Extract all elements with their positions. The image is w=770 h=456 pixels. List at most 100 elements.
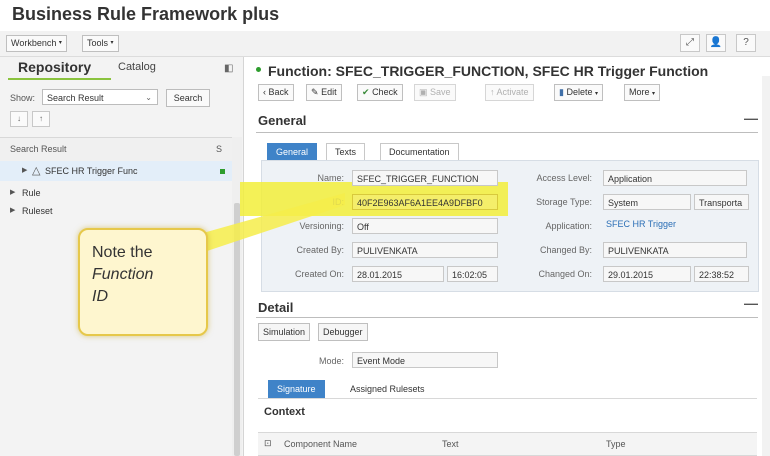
callout-pointer: [203, 193, 345, 251]
trash-icon: ▮: [559, 87, 564, 97]
tree-item-label: SFEC HR Trigger Func: [45, 166, 138, 176]
created-by-field[interactable]: PULIVENKATA: [352, 242, 498, 258]
access-level-field[interactable]: Application: [603, 170, 747, 186]
chevron-down-icon: ▾: [595, 91, 599, 97]
detail-section-title: Detail: [258, 300, 294, 315]
check-icon: ✔: [362, 87, 370, 97]
check-label: Check: [372, 87, 398, 97]
debugger-button[interactable]: Debugger: [318, 323, 368, 341]
column-text[interactable]: Text: [442, 439, 459, 449]
annotation-callout: Note the Function ID: [78, 228, 208, 336]
expand-icon[interactable]: ⤢: [680, 34, 700, 52]
versioning-field[interactable]: Off: [352, 218, 498, 234]
pencil-icon: ✎: [311, 87, 319, 97]
application-label: Application:: [545, 221, 592, 231]
expand-triangle-icon[interactable]: ▶: [10, 183, 15, 203]
show-select[interactable]: Search Result ⌄: [42, 89, 158, 105]
tools-menu[interactable]: Tools ▾: [82, 35, 119, 52]
activate-label: Activate: [496, 87, 529, 97]
back-button[interactable]: ‹ Back: [258, 84, 294, 101]
mode-field[interactable]: Event Mode: [352, 352, 498, 368]
changed-on-date-field[interactable]: 29.01.2015: [603, 266, 691, 282]
function-title: Function: SFEC_TRIGGER_FUNCTION, SFEC HR…: [268, 63, 709, 79]
save-icon: ▣: [419, 87, 428, 97]
check-button[interactable]: ✔ Check: [357, 84, 403, 101]
minimize-icon[interactable]: —: [744, 110, 758, 126]
workbench-menu[interactable]: Workbench ▾: [6, 35, 67, 52]
active-tab-indicator: [8, 78, 111, 80]
callout-line-3: ID: [92, 286, 153, 308]
created-on-label: Created On:: [294, 269, 344, 279]
more-button[interactable]: More ▾: [624, 84, 661, 101]
column-settings-icon[interactable]: ⊡: [264, 438, 272, 449]
created-on-time-field[interactable]: 16:02:05: [447, 266, 498, 282]
transport-type-field[interactable]: Transporta: [694, 194, 749, 210]
help-icon[interactable]: ?: [736, 34, 756, 52]
simulation-button[interactable]: Simulation: [258, 323, 311, 341]
delete-button[interactable]: ▮ Delete ▾: [554, 84, 604, 101]
tree-item-function[interactable]: ▶ △ SFEC HR Trigger Func: [0, 161, 232, 181]
access-level-label: Access Level:: [536, 173, 592, 183]
detail-section-divider: [256, 317, 758, 318]
column-component-name[interactable]: Component Name: [284, 439, 357, 449]
column-type[interactable]: Type: [606, 439, 626, 449]
active-status-dot: [256, 67, 261, 72]
activate-button[interactable]: ↑ Activate: [485, 84, 534, 101]
save-button[interactable]: ▣ Save: [414, 84, 456, 101]
callout-id-word: ID: [92, 288, 108, 305]
changed-by-label: Changed By:: [539, 245, 592, 255]
menu-bar: Workbench ▾ Tools ▾ ⤢ 👤 ?: [0, 31, 770, 57]
more-label: More: [629, 87, 650, 97]
context-title: Context: [264, 406, 305, 418]
chevron-down-icon: ▾: [110, 40, 114, 47]
callout-line-1: Note the: [92, 244, 153, 261]
user-icon[interactable]: 👤: [706, 34, 726, 52]
sort-descending-icon[interactable]: ↑: [32, 111, 50, 127]
edit-label: Edit: [321, 87, 337, 97]
storage-type-field[interactable]: System: [603, 194, 691, 210]
collapse-panel-icon[interactable]: ◧: [224, 63, 233, 74]
id-field[interactable]: 40F2E963AF6A1EE4A9DFBF0: [352, 194, 498, 210]
expand-triangle-icon[interactable]: ▶: [22, 161, 27, 181]
general-section-title: General: [258, 113, 307, 128]
tree-item-label: Ruleset: [22, 206, 53, 216]
created-on-date-field[interactable]: 28.01.2015: [352, 266, 444, 282]
show-label: Show:: [10, 93, 36, 103]
minimize-icon[interactable]: —: [744, 295, 758, 311]
callout-text: Note the Function ID: [92, 242, 153, 308]
chevron-down-icon: ▾: [58, 40, 62, 47]
tree-item-label: Rule: [22, 188, 41, 198]
show-select-value: Search Result: [47, 93, 104, 103]
tab-catalog[interactable]: Catalog: [118, 61, 156, 73]
name-label: Name:: [317, 173, 344, 183]
chevron-down-icon: ▾: [652, 91, 656, 97]
tab-repository[interactable]: Repository: [18, 59, 91, 75]
changed-by-field[interactable]: PULIVENKATA: [603, 242, 747, 258]
activate-icon: ↑: [490, 87, 495, 97]
tab-assigned-rulesets[interactable]: Assigned Rulesets: [341, 380, 434, 399]
application-link[interactable]: SFEC HR Trigger: [606, 219, 676, 229]
results-header-title: Search Result: [10, 144, 67, 154]
expand-triangle-icon[interactable]: ▶: [10, 201, 15, 221]
tab-signature[interactable]: Signature: [268, 380, 325, 399]
results-header: Search Result S: [0, 137, 232, 163]
search-button[interactable]: Search: [166, 89, 210, 107]
callout-line-2: Function: [92, 264, 153, 286]
workbench-label: Workbench: [11, 38, 57, 48]
results-header-status: S: [216, 144, 223, 154]
right-scrollbar[interactable]: [762, 76, 770, 456]
changed-on-label: Changed On:: [538, 269, 592, 279]
delete-label: Delete: [566, 87, 593, 97]
name-field[interactable]: SFEC_TRIGGER_FUNCTION: [352, 170, 498, 186]
general-section-divider: [256, 132, 758, 133]
edit-button[interactable]: ✎ Edit: [306, 84, 342, 101]
sort-ascending-icon[interactable]: ↓: [10, 111, 28, 127]
back-label: Back: [268, 87, 289, 97]
status-active-icon: [220, 169, 225, 174]
mode-label: Mode:: [318, 356, 344, 366]
context-table-header: ⊡ Component Name Text Type: [258, 432, 757, 456]
callout-function-word: Function: [92, 266, 154, 283]
storage-type-label: Storage Type:: [536, 197, 592, 207]
tools-label: Tools: [87, 38, 109, 48]
changed-on-time-field[interactable]: 22:38:52: [694, 266, 749, 282]
